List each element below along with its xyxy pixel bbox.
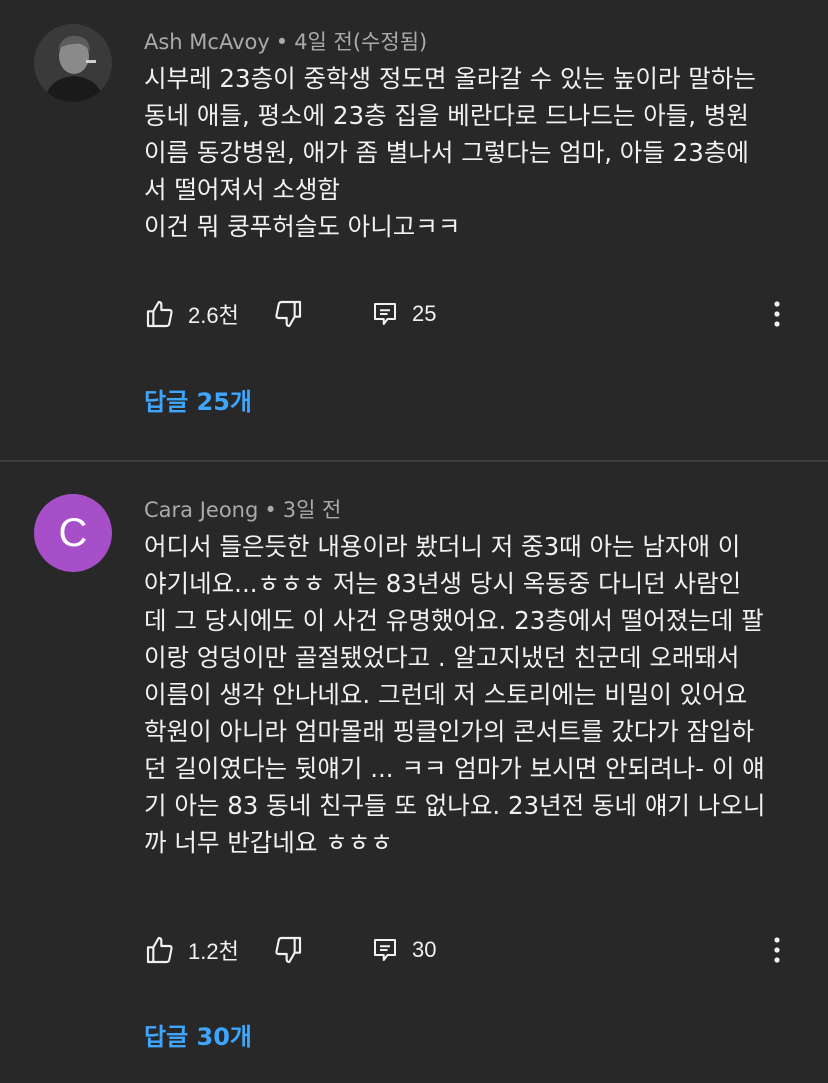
divider [0,460,828,462]
comment-text: 시부레 23층이 중학생 정도면 올라갈 수 있는 높이라 말하는 동네 애들,… [144,60,804,245]
like-button[interactable]: 1.2천 [144,933,239,967]
more-options-button[interactable] [760,297,794,331]
author-name[interactable]: Ash McAvoy [144,30,270,54]
comment-line: 어디서 들은듯한 내용이라 봤더니 저 중3때 아는 남자애 이 [144,532,741,561]
comment-line: 학원이 아니라 엄마몰래 핑클인가의 콘서트를 갔다가 잠입하 [144,717,755,746]
more-vert-icon [774,937,780,963]
comment-line: 이름 동강병원, 애가 좀 별나서 그렇다는 엄마, 아들 23층에 [144,138,749,167]
comment-line: 시부레 23층이 중학생 정도면 올라갈 수 있는 높이라 말하는 [144,64,756,93]
comment-line: 이랑 엉덩이만 골절됐었다고 . 알고지냈던 친군데 오래돼서 [144,643,740,672]
reply-count: 25 [412,301,437,326]
thumb-up-icon [146,936,173,964]
comment-line: 이름이 생각 안나네요. 그런데 저 스토리에는 비밀이 있어요 [144,680,748,709]
comment-meta: Cara Jeong • 3일 전 [144,494,341,524]
thumb-up-icon [146,300,173,328]
reply-button[interactable]: 25 [370,297,436,331]
avatar[interactable] [34,24,112,102]
avatar-letter: C [58,511,88,555]
comment-line: 데 그 당시에도 이 사건 유명했어요. 23층에서 떨어졌는데 팔 [144,606,764,635]
avatar-photo-icon [34,24,112,102]
comment-line: 까 너무 반갑네요 ㅎㅎㅎ [144,828,393,857]
comment-line: 서 떨어져서 소생함 [144,175,340,204]
more-vert-icon [774,301,780,327]
view-replies-button[interactable]: 답글 30개 [144,1017,252,1052]
reply-count: 30 [412,937,437,962]
comment-time[interactable]: 3일 전 [283,498,342,522]
view-replies-button[interactable]: 답글 25개 [144,382,252,417]
comment-meta: Ash McAvoy • 4일 전(수정됨) [144,26,427,56]
reply-icon [374,303,396,325]
comment-line: 야기네요...ㅎㅎㅎ 저는 83년생 당시 옥동중 다니던 사람인 [144,569,742,598]
avatar[interactable]: C [34,494,112,572]
like-count: 1.2천 [188,939,239,964]
like-count: 2.6천 [188,303,239,328]
comment-actions: 1.2천 30 [144,933,814,967]
separator-dot: • [264,498,277,522]
comment-line: 이건 뭐 쿵푸허슬도 아니고ㅋㅋ [144,212,461,241]
dislike-button[interactable] [272,297,304,331]
dislike-button[interactable] [272,933,304,967]
reply-icon [374,939,396,961]
comment-line: 던 길이였다는 뒷얘기 ... ㅋㅋ 엄마가 보시면 안되려나- 이 얘 [144,754,765,783]
comment-time[interactable]: 4일 전(수정됨) [294,30,427,54]
like-button[interactable]: 2.6천 [144,297,239,331]
reply-button[interactable]: 30 [370,933,436,967]
separator-dot: • [275,30,289,54]
comment-text: 어디서 들은듯한 내용이라 봤더니 저 중3때 아는 남자애 이 야기네요...… [144,528,804,861]
more-options-button[interactable] [760,933,794,967]
comment-line: 기 아는 83 동네 친구들 또 없나요. 23년전 동네 얘기 나오니 [144,791,766,820]
thumb-down-icon [275,300,302,328]
author-name[interactable]: Cara Jeong [144,498,258,522]
comment-line: 동네 애들, 평소에 23층 집을 베란다로 드나드는 아들, 병원 [144,101,749,130]
comment-actions: 2.6천 25 [144,297,814,331]
thumb-down-icon [275,936,302,964]
